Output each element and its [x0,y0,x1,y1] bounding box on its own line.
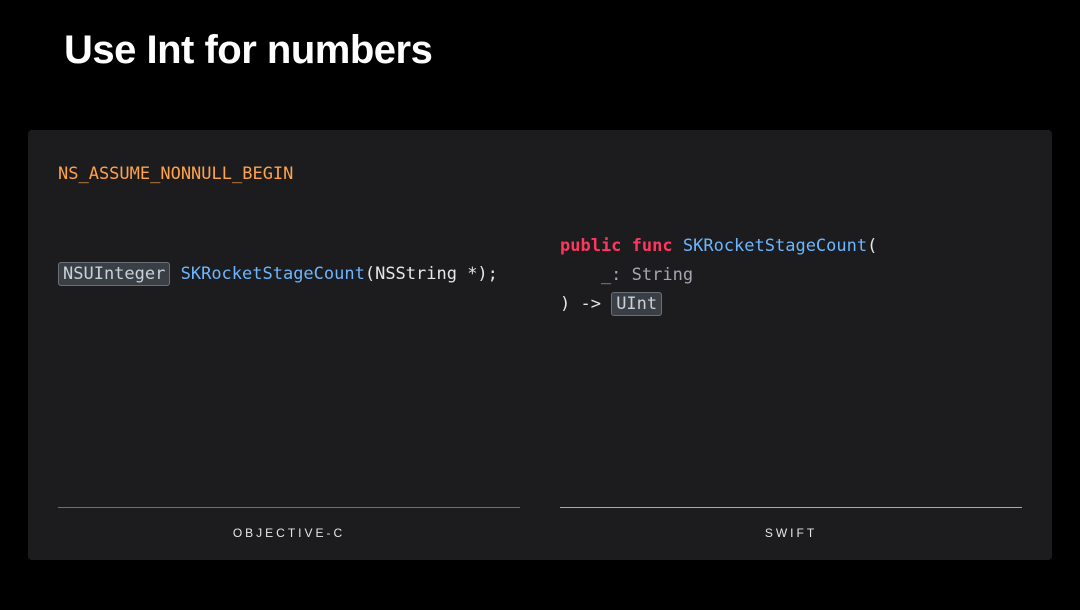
swift-open-paren: ( [867,236,877,256]
code-panel: NS_ASSUME_NONNULL_BEGIN NSUInteger SKRoc… [28,130,1052,560]
swift-code: public func SKRocketStageCount( _: Strin… [560,232,1022,319]
objc-return-type-highlight: NSUInteger [58,262,170,286]
swift-return-type-highlight: UInt [611,292,662,316]
swift-label: SWIFT [560,526,1022,540]
swift-close-arrow: ) -> [560,294,611,314]
objc-divider [58,507,520,508]
swift-footer: SWIFT [560,507,1022,540]
macro-directive: NS_ASSUME_NONNULL_BEGIN [58,164,1022,184]
objc-params: (NSString *); [365,264,498,284]
swift-kw-public: public [560,236,621,256]
objc-code: NSUInteger SKRocketStageCount(NSString *… [58,232,520,289]
objc-label: OBJECTIVE-C [58,526,520,540]
swift-kw-func: func [632,236,673,256]
swift-divider [560,507,1022,508]
swift-func-name: SKRocketStageCount [683,236,867,256]
objc-func-name: SKRocketStageCount [181,264,365,284]
code-columns: NSUInteger SKRocketStageCount(NSString *… [58,232,1022,540]
swift-param: _: String [560,265,693,285]
swift-column: public func SKRocketStageCount( _: Strin… [560,232,1022,540]
slide-title: Use Int for numbers [0,0,1080,73]
objc-footer: OBJECTIVE-C [58,507,520,540]
objc-column: NSUInteger SKRocketStageCount(NSString *… [58,232,520,540]
